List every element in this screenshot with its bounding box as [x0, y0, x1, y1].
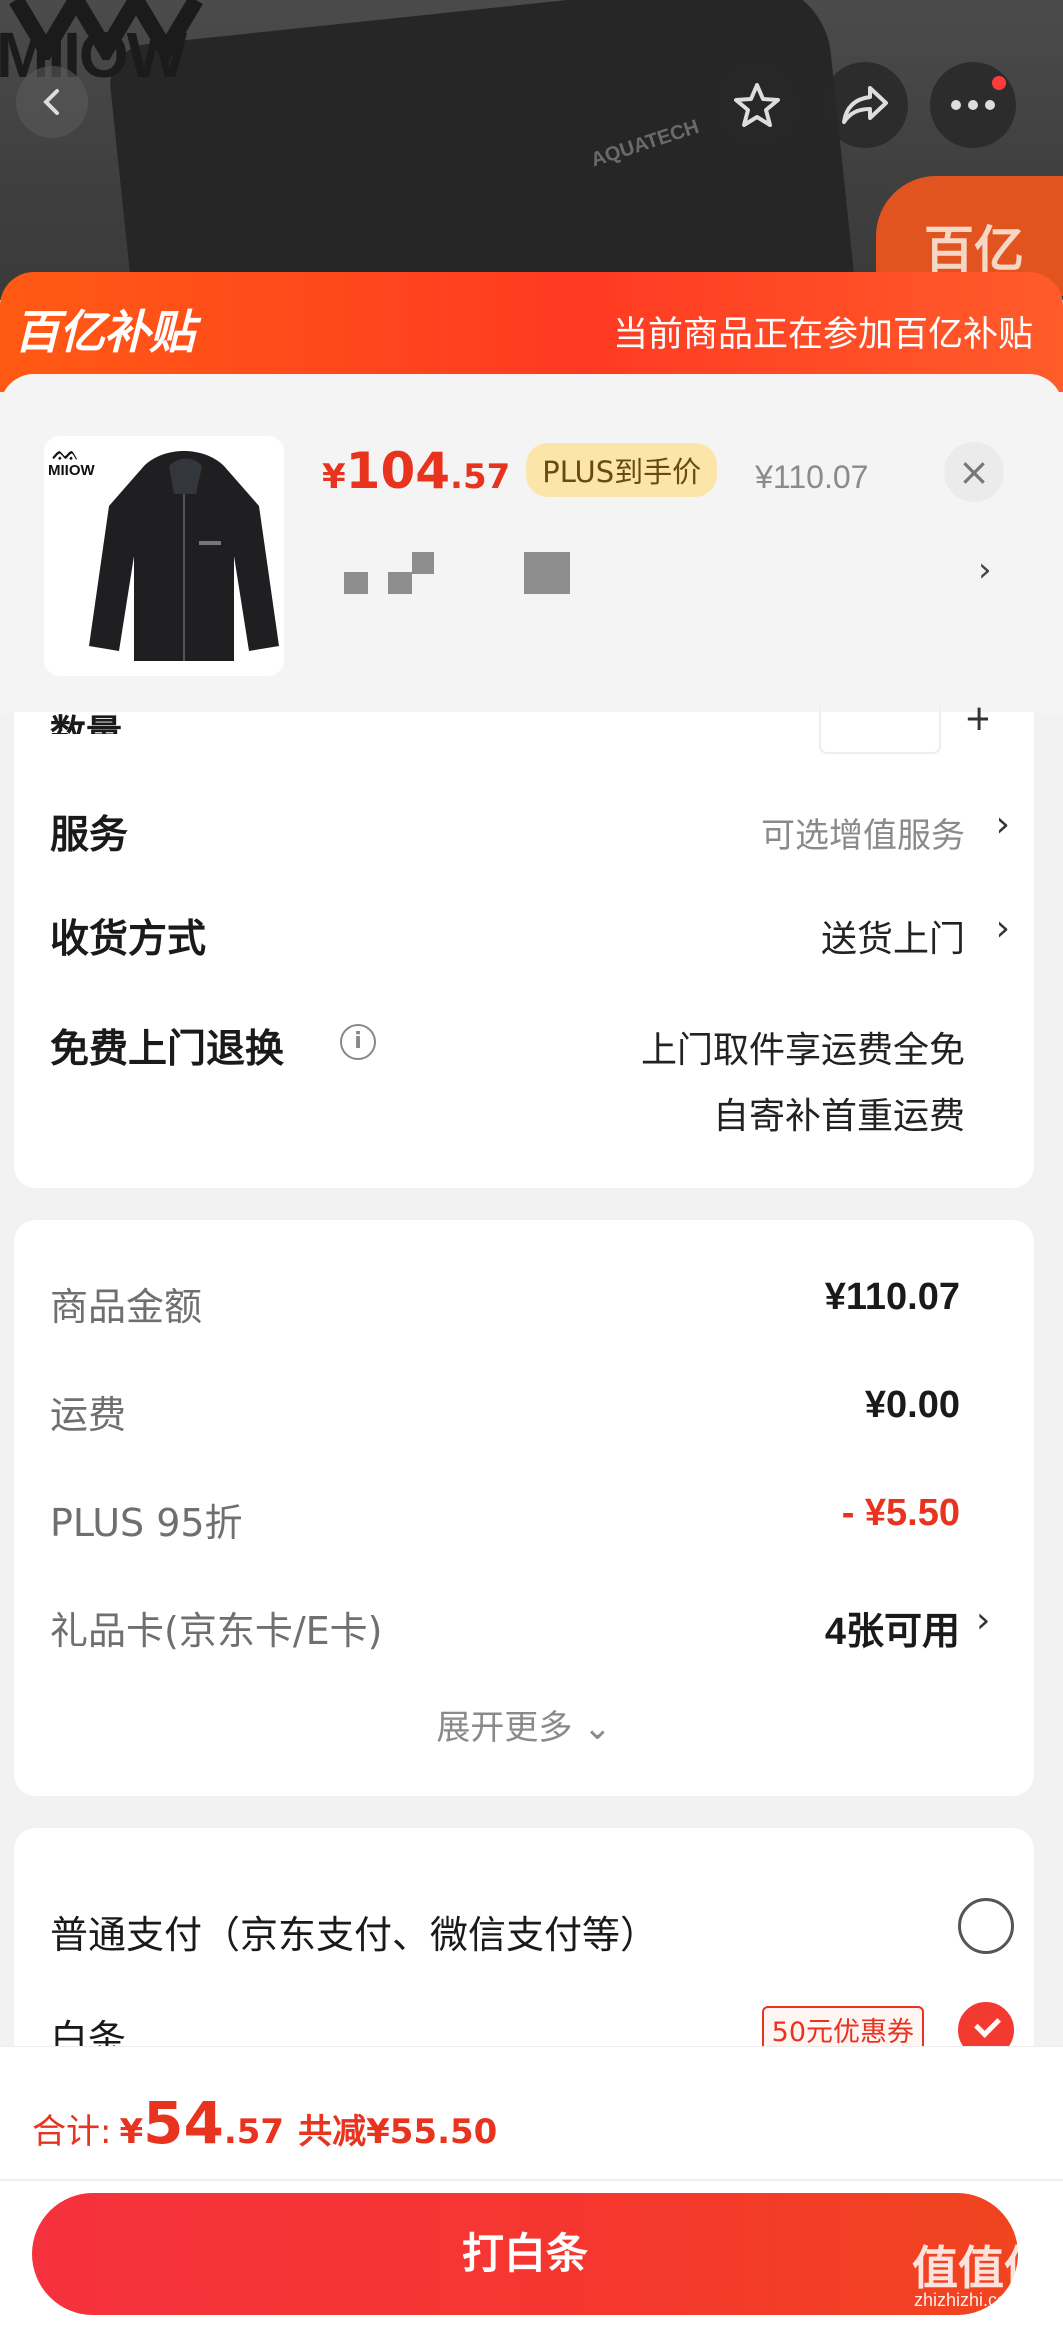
star-icon	[734, 83, 780, 127]
total-symbol: ¥	[119, 2112, 144, 2152]
spec-pixel-block	[388, 572, 412, 594]
price-integer: 104	[345, 442, 451, 500]
more-button[interactable]	[930, 62, 1016, 148]
selected-spec-row[interactable]	[340, 542, 940, 602]
total-decimal: .57	[223, 2112, 285, 2152]
product-image-backdrop: AQUATECH MIIOW 百亿	[0, 0, 1063, 347]
bottom-checkout-bar: 合计: ¥ 54 .57 共减¥55.50 打白条	[0, 2046, 1063, 2325]
quantity-plus-button[interactable]: +	[964, 698, 988, 738]
delivery-value: 送货上门	[820, 919, 965, 960]
free-return-line-2: 自寄补首重运费	[712, 1096, 965, 1137]
spec-pixel-block	[412, 552, 434, 574]
watermark-url: zhizhizhi.com	[914, 2290, 1023, 2310]
price-summary-card: 商品金额 ¥110.07 运费 ¥0.00 PLUS 95折 - ¥5.50 礼…	[14, 1220, 1034, 1796]
summary-label: PLUS 95折	[50, 1501, 243, 1545]
share-icon	[842, 86, 888, 124]
close-button[interactable]: ×	[944, 442, 1004, 502]
quantity-label: 数量	[50, 713, 123, 734]
spec-pixel-block	[344, 572, 368, 594]
subsidy-banner-text: 当前商品正在参加百亿补贴	[612, 315, 1033, 355]
summary-label: 商品金额	[50, 1285, 203, 1329]
original-price: ¥110.07	[755, 459, 869, 495]
chevron-right-icon: ›	[995, 804, 1010, 845]
payment-option-label: 普通支付（京东支付、微信支付等）	[50, 1913, 659, 1957]
product-thumbnail[interactable]: ᨐ MIIOW	[44, 436, 284, 676]
free-return-label: 免费上门退换	[50, 1027, 285, 1072]
plus-price-tag: PLUS到手价	[526, 443, 718, 497]
service-row[interactable]: 服务 可选增值服务 ›	[50, 804, 1010, 864]
favorite-button[interactable]	[714, 62, 800, 148]
spec-chevron-icon[interactable]: ›	[978, 550, 992, 590]
back-button[interactable]	[16, 66, 88, 138]
price-row: ¥104.57 PLUS到手价 ¥110.07	[322, 442, 868, 502]
more-dots-icon	[951, 100, 995, 110]
summary-row-goods-amount: 商品金额 ¥110.07	[50, 1276, 960, 1332]
spec-pixel-block	[524, 552, 570, 594]
payment-option-normal[interactable]: 普通支付（京东支付、微信支付等）	[50, 1898, 1014, 1964]
delivery-label: 收货方式	[50, 917, 207, 962]
subsidy-logo-text: 百亿补贴	[14, 305, 195, 359]
radio-unchecked[interactable]	[958, 1898, 1014, 1954]
checkout-sheet: ᨐ MIIOW ¥104.57 PLUS到手价 ¥110.07 × ›	[0, 374, 1063, 714]
share-button[interactable]	[822, 62, 908, 148]
jacket-tag-text: AQUATECH	[588, 115, 702, 172]
notification-dot	[992, 76, 1006, 90]
summary-row-gift-card[interactable]: 礼品卡(京东卡/E卡) 4张可用	[50, 1600, 960, 1656]
summary-row-shipping: 运费 ¥0.00	[50, 1384, 960, 1440]
delivery-row[interactable]: 收货方式 送货上门 ›	[50, 908, 1010, 968]
total-label: 合计:	[32, 2112, 112, 2152]
summary-value: ¥0.00	[864, 1384, 960, 1426]
summary-value: - ¥5.50	[841, 1492, 960, 1534]
service-value: 可选增值服务	[761, 816, 965, 856]
total-saved: 共减¥55.50	[298, 2112, 498, 2152]
chevron-right-icon[interactable]: ›	[976, 1600, 990, 1641]
pay-baitiao-button[interactable]: 打白条	[32, 2193, 1018, 2315]
total-integer: 54	[143, 2089, 224, 2157]
chevron-right-icon: ›	[995, 908, 1010, 949]
order-total: 合计: ¥ 54 .57 共减¥55.50	[32, 2089, 497, 2157]
free-return-line-1: 上门取件享运费全免	[640, 1030, 965, 1071]
service-label: 服务	[50, 813, 129, 858]
expand-more-button[interactable]: 展开更多 ⌄	[14, 1700, 1034, 1749]
watermark-logo: 值值值	[912, 2241, 1050, 2295]
summary-label: 运费	[50, 1393, 127, 1437]
info-icon[interactable]: i	[340, 1024, 376, 1060]
plus-price: ¥104.57	[322, 442, 510, 500]
options-card: 数量 + 服务 可选增值服务 › 收货方式 送货上门 › 免费上门退换 i 上门…	[14, 698, 1034, 1188]
quantity-stepper[interactable]	[819, 706, 941, 754]
jacket-thumbnail-image	[89, 451, 279, 661]
free-return-details: 上门取件享运费全免 自寄补首重运费	[641, 1018, 965, 1150]
summary-row-plus-discount: PLUS 95折 - ¥5.50	[50, 1492, 960, 1548]
summary-value: 4张可用	[824, 1611, 960, 1653]
divider	[0, 2179, 1063, 2181]
summary-value: ¥110.07	[824, 1276, 960, 1318]
summary-label: 礼品卡(京东卡/E卡)	[50, 1609, 383, 1653]
price-symbol: ¥	[322, 457, 346, 497]
thumb-brand-text: MIIOW	[48, 462, 95, 479]
price-decimal: .57	[450, 457, 511, 497]
chevron-left-icon	[43, 89, 59, 115]
free-return-row: 免费上门退换 i 上门取件享运费全免 自寄补首重运费	[50, 1018, 1010, 1158]
close-icon: ×	[958, 450, 990, 494]
